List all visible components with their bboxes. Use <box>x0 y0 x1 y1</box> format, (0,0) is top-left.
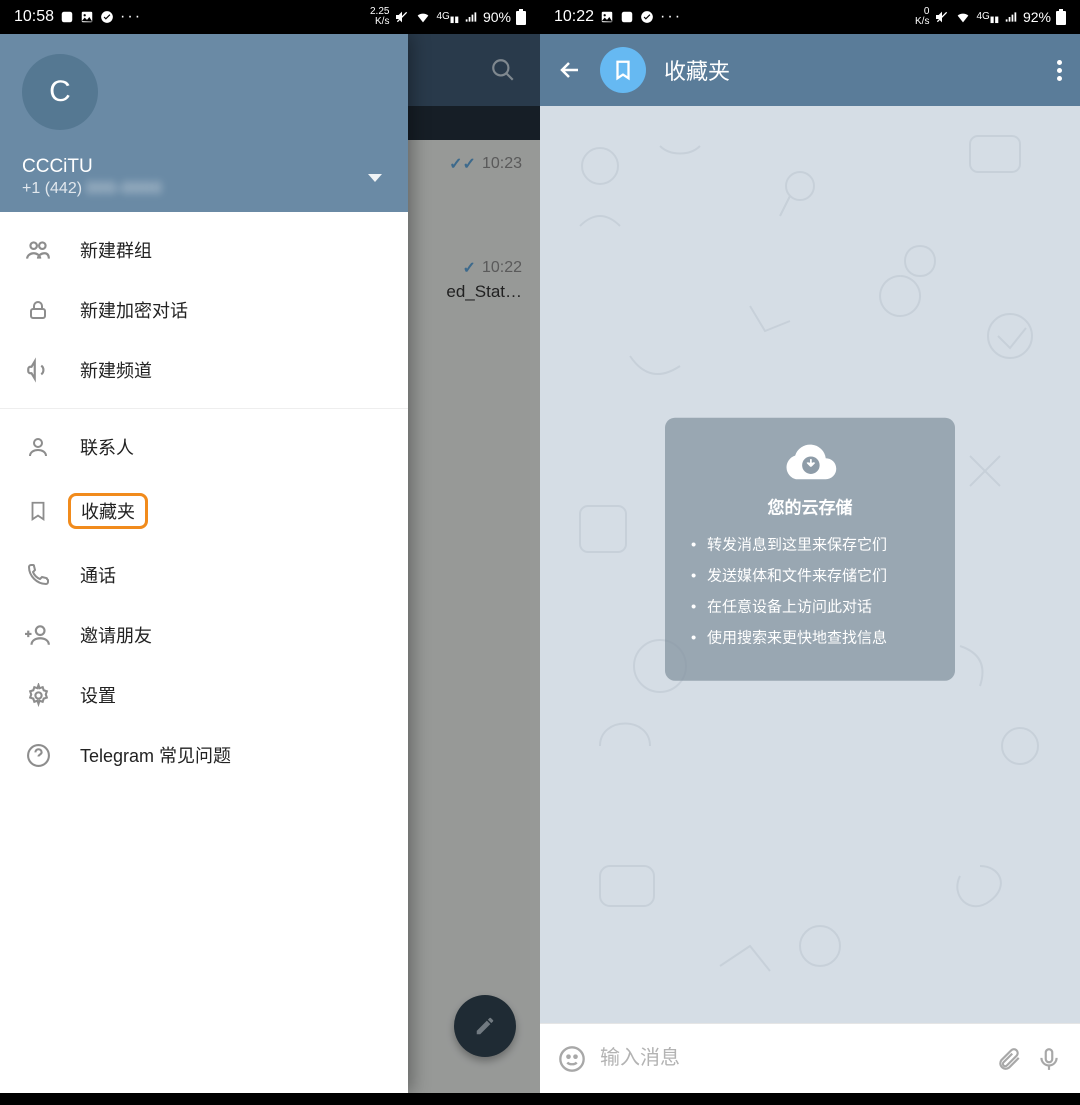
clock: 10:58 <box>14 8 54 26</box>
clock: 10:22 <box>554 8 594 26</box>
group-icon <box>24 236 52 264</box>
bookmark-icon <box>24 497 52 525</box>
help-icon <box>24 741 52 769</box>
drawer-label: 联系人 <box>80 434 134 460</box>
lock-icon <box>24 296 52 324</box>
add-person-icon <box>24 621 52 649</box>
message-input-bar <box>540 1023 1080 1093</box>
attach-icon[interactable] <box>996 1046 1022 1072</box>
gear-icon <box>24 681 52 709</box>
check-icon <box>640 10 654 24</box>
drawer-item-invite-friends[interactable]: 邀请朋友 <box>0 605 408 665</box>
more-icon: ··· <box>660 8 682 26</box>
more-icon: ··· <box>120 8 142 26</box>
person-icon <box>24 433 52 461</box>
info-item: 使用搜索来更快地查找信息 <box>691 627 929 648</box>
drawer-label: 收藏夹 <box>81 502 135 522</box>
info-item: 发送媒体和文件来存储它们 <box>691 565 929 586</box>
app-icon-1 <box>620 10 634 24</box>
info-item: 转发消息到这里来保存它们 <box>691 534 929 555</box>
status-bar: 10:58 ··· 2.25K/s 4G▮▮ 90% <box>0 0 540 34</box>
info-item: 在任意设备上访问此对话 <box>691 596 929 617</box>
drawer-phone: +1 (442) 000-0000 <box>22 180 386 198</box>
nav-bar <box>540 1093 1080 1105</box>
drawer-item-new-group[interactable]: 新建群组 <box>0 220 408 280</box>
drawer-item-faq[interactable]: Telegram 常见问题 <box>0 725 408 785</box>
app-icon-1 <box>60 10 74 24</box>
battery-icon <box>1056 9 1066 25</box>
drawer-label: 新建频道 <box>80 357 152 383</box>
signal-4g-icon-1: 4G▮▮ <box>976 11 999 24</box>
phone-icon <box>24 561 52 589</box>
wifi-icon <box>955 9 971 25</box>
drawer-header[interactable]: C CCCiTU +1 (442) 000-0000 <box>0 34 408 212</box>
navigation-drawer: C CCCiTU +1 (442) 000-0000 新建群组 新建加密对话 <box>0 34 408 1093</box>
emoji-icon[interactable] <box>558 1045 586 1073</box>
drawer-label: 新建加密对话 <box>80 297 188 323</box>
drawer-username: CCCiTU <box>22 156 386 178</box>
cloud-download-icon <box>782 439 838 483</box>
drawer-label: 新建群组 <box>80 237 152 263</box>
signal-4g-icon-1: 4G▮▮ <box>436 11 459 24</box>
megaphone-icon <box>24 356 52 384</box>
drawer-item-new-channel[interactable]: 新建频道 <box>0 340 408 400</box>
saved-messages-highlight: 收藏夹 <box>68 493 148 529</box>
drawer-item-new-secret-chat[interactable]: 新建加密对话 <box>0 280 408 340</box>
drawer-item-contacts[interactable]: 联系人 <box>0 417 408 477</box>
battery-percent: 90% <box>483 9 511 25</box>
mute-icon <box>934 9 950 25</box>
signal-4g-icon-2 <box>1004 10 1018 24</box>
account-switch-caret-icon[interactable] <box>368 174 382 182</box>
status-bar: 10:22 ··· 0K/s 4G▮▮ 92% <box>540 0 1080 34</box>
mic-icon[interactable] <box>1036 1045 1062 1073</box>
net-speed: 0K/s <box>915 7 929 27</box>
cloud-storage-info-card: 您的云存储 转发消息到这里来保存它们 发送媒体和文件来存储它们 在任意设备上访问… <box>665 417 955 680</box>
drawer-label: 设置 <box>80 682 116 708</box>
chat-body[interactable]: 您的云存储 转发消息到这里来保存它们 发送媒体和文件来存储它们 在任意设备上访问… <box>540 106 1080 1023</box>
net-speed: 2.25K/s <box>370 7 389 27</box>
drawer-label: 通话 <box>80 562 116 588</box>
drawer-item-saved-messages[interactable]: 收藏夹 <box>0 477 408 545</box>
chat-header: 收藏夹 <box>540 34 1080 106</box>
image-icon <box>600 10 614 24</box>
avatar[interactable]: C <box>22 54 98 130</box>
saved-messages-avatar-icon[interactable] <box>600 47 646 93</box>
back-icon[interactable] <box>558 58 582 82</box>
drawer-item-settings[interactable]: 设置 <box>0 665 408 725</box>
wifi-icon <box>415 9 431 25</box>
signal-4g-icon-2 <box>464 10 478 24</box>
battery-percent: 92% <box>1023 9 1051 25</box>
more-menu-icon[interactable] <box>1057 60 1062 81</box>
battery-icon <box>516 9 526 25</box>
chat-title[interactable]: 收藏夹 <box>664 54 1039 86</box>
drawer-label: 邀请朋友 <box>80 622 152 648</box>
check-icon <box>100 10 114 24</box>
info-card-title: 您的云存储 <box>691 493 929 518</box>
drawer-label: Telegram 常见问题 <box>80 742 231 768</box>
avatar-letter: C <box>49 75 71 109</box>
mute-icon <box>394 9 410 25</box>
message-input[interactable] <box>600 1047 982 1070</box>
drawer-item-calls[interactable]: 通话 <box>0 545 408 605</box>
image-icon <box>80 10 94 24</box>
